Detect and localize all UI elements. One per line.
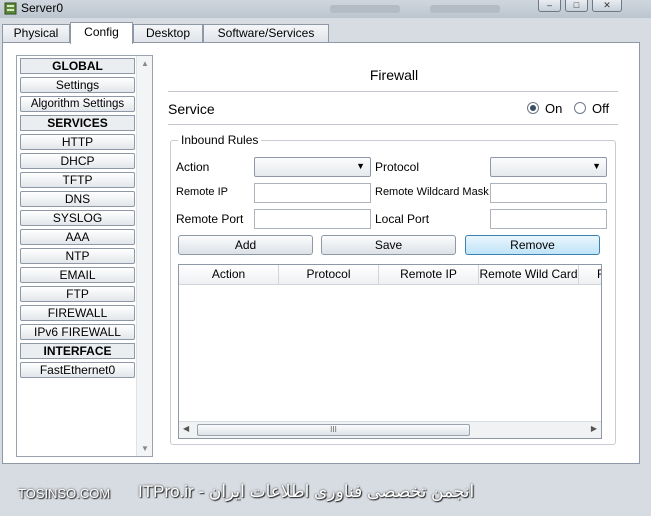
remote-port-label: Remote Port — [176, 212, 244, 226]
sidebar-item-ipv6-firewall[interactable]: IPv6 FIREWALL — [20, 324, 135, 340]
title-bar: Server0 – □ ✕ — [0, 0, 651, 18]
sidebar-item-syslog[interactable]: SYSLOG — [20, 210, 135, 226]
scroll-left-arrow-icon[interactable]: ◀ — [183, 424, 189, 433]
watermark-left: TOSINSO.COM — [18, 486, 111, 501]
sidebar-item-dhcp[interactable]: DHCP — [20, 153, 135, 169]
service-label: Service — [168, 101, 215, 117]
column-header-remote-ip[interactable]: Remote IP — [379, 265, 479, 285]
sidebar-item-email[interactable]: EMAIL — [20, 267, 135, 283]
save-button[interactable]: Save — [321, 235, 456, 255]
sidebar-scrollbar[interactable]: ▲ ▼ — [136, 56, 152, 456]
tab-config[interactable]: Config — [70, 22, 133, 44]
column-header-remote-wild-card[interactable]: Remote Wild Card — [479, 265, 579, 285]
tab-strip: Physical Config Desktop Software/Service… — [0, 22, 651, 44]
column-header-action[interactable]: Action — [179, 265, 279, 285]
page-title: Firewall — [369, 67, 419, 83]
remote-port-field[interactable] — [254, 209, 371, 229]
blurred-background-text — [330, 5, 400, 13]
scroll-up-arrow-icon[interactable]: ▲ — [141, 59, 149, 68]
sidebar-header-services: SERVICES — [20, 115, 135, 131]
maximize-button[interactable]: □ — [565, 0, 588, 12]
config-panel: GLOBAL Settings Algorithm Settings SERVI… — [2, 42, 640, 464]
remove-button[interactable]: Remove — [465, 235, 600, 255]
sidebar-item-aaa[interactable]: AAA — [20, 229, 135, 245]
inbound-rules-legend: Inbound Rules — [178, 133, 262, 147]
tab-software-services[interactable]: Software/Services — [203, 24, 329, 43]
remote-ip-field[interactable] — [254, 183, 371, 203]
protocol-select[interactable]: ▼ — [490, 157, 607, 177]
scroll-right-arrow-icon[interactable]: ▶ — [591, 424, 597, 433]
server-app-icon — [4, 2, 17, 15]
add-button[interactable]: Add — [178, 235, 313, 255]
scrollbar-thumb[interactable]: III — [197, 424, 470, 436]
action-label: Action — [176, 160, 210, 174]
service-off-radio[interactable] — [574, 102, 586, 114]
remote-wildcard-mask-field[interactable] — [490, 183, 607, 203]
sidebar-item-ntp[interactable]: NTP — [20, 248, 135, 264]
close-button[interactable]: ✕ — [592, 0, 622, 12]
sidebar-item-settings[interactable]: Settings — [20, 77, 135, 93]
table-horizontal-scrollbar[interactable]: ◀ III ▶ — [179, 421, 601, 438]
sidebar-item-dns[interactable]: DNS — [20, 191, 135, 207]
service-on-radio[interactable] — [527, 102, 539, 114]
sidebar-item-ftp[interactable]: FTP — [20, 286, 135, 302]
sidebar-item-tftp[interactable]: TFTP — [20, 172, 135, 188]
chevron-down-icon: ▼ — [592, 161, 601, 171]
protocol-label: Protocol — [375, 160, 420, 174]
window-title: Server0 — [21, 1, 64, 15]
sidebar-item-firewall[interactable]: FIREWALL — [20, 305, 135, 321]
remote-wildcard-mask-label: Remote Wildcard Mask — [375, 186, 489, 198]
minimize-button[interactable]: – — [538, 0, 561, 12]
tab-physical[interactable]: Physical — [2, 24, 70, 43]
sidebar-item-http[interactable]: HTTP — [20, 134, 135, 150]
sidebar-item-algorithm-settings[interactable]: Algorithm Settings — [20, 96, 135, 112]
local-port-label: Local Port — [375, 212, 430, 226]
watermark-right: انجمن تخصصی فناوری اطلاعات ایران - ITPro… — [138, 482, 475, 501]
sidebar-header-interface: INTERFACE — [20, 343, 135, 359]
column-header-protocol[interactable]: Protocol — [279, 265, 379, 285]
divider — [168, 91, 618, 92]
sidebar-item-fastethernet0[interactable]: FastEthernet0 — [20, 362, 135, 378]
config-sidebar: GLOBAL Settings Algorithm Settings SERVI… — [16, 55, 153, 457]
service-on-label: On — [545, 101, 563, 116]
scroll-down-arrow-icon[interactable]: ▼ — [141, 444, 149, 453]
column-header-truncated[interactable]: R — [579, 265, 601, 285]
divider — [168, 124, 618, 125]
rules-table: Action Protocol Remote IP Remote Wild Ca… — [178, 264, 602, 439]
remote-ip-label: Remote IP — [176, 186, 228, 198]
action-select[interactable]: ▼ — [254, 157, 371, 177]
chevron-down-icon: ▼ — [356, 161, 365, 171]
service-off-label: Off — [592, 101, 610, 116]
local-port-field[interactable] — [490, 209, 607, 229]
blurred-background-text — [430, 5, 500, 13]
tab-desktop[interactable]: Desktop — [133, 24, 203, 43]
sidebar-header-global: GLOBAL — [20, 58, 135, 74]
watermark-footer: TOSINSO.COM انجمن تخصصی فناوری اطلاعات ا… — [0, 464, 651, 516]
